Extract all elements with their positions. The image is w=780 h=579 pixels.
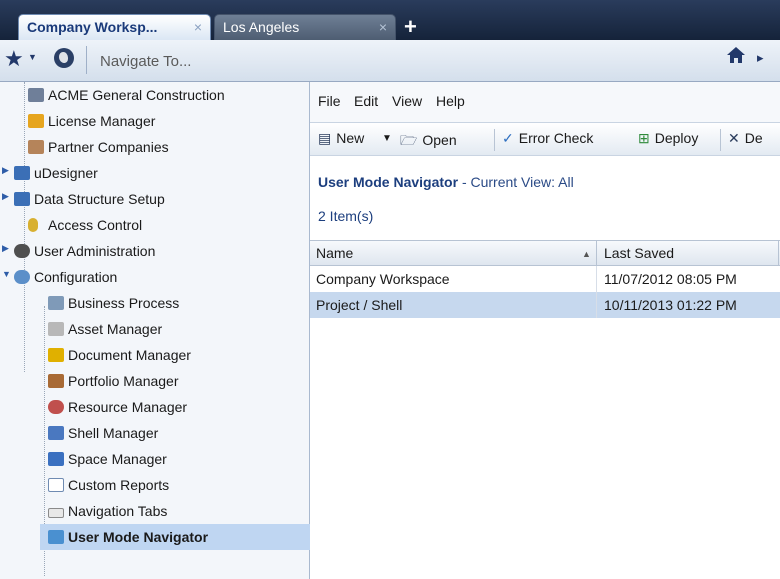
new-dropdown-icon[interactable]: ▼ bbox=[382, 133, 392, 144]
table-row[interactable]: Company Workspace 11/07/2012 08:05 PM bbox=[310, 266, 780, 292]
sidebar-item-access-control[interactable]: Access Control bbox=[28, 212, 142, 238]
asset-icon bbox=[48, 322, 64, 336]
expand-arrow-icon[interactable]: ▶ bbox=[2, 191, 9, 202]
building-icon bbox=[28, 88, 44, 102]
main-panel: File Edit View Help ▤ New ▼ 🗁 Open ✓ Error … bbox=[310, 82, 780, 579]
gears-icon bbox=[14, 270, 30, 284]
sidebar-item-data-structure-setup[interactable]: Data Structure Setup bbox=[14, 186, 165, 212]
expand-arrow-icon[interactable]: ▶ bbox=[2, 243, 9, 254]
add-tab-icon[interactable]: + bbox=[404, 16, 417, 38]
cell-last-saved: 10/11/2013 01:22 PM bbox=[604, 297, 737, 313]
sidebar-tree: ACME General Construction License Manage… bbox=[0, 82, 310, 579]
menu-bar: File Edit View Help bbox=[310, 82, 780, 122]
tab-label: Company Worksp... bbox=[27, 19, 158, 35]
navigator-icon bbox=[48, 530, 64, 544]
column-divider bbox=[596, 292, 597, 318]
users-icon bbox=[14, 244, 30, 258]
navigate-to-input[interactable] bbox=[98, 46, 662, 76]
space-icon bbox=[48, 452, 64, 466]
sidebar-item-portfolio-manager[interactable]: Portfolio Manager bbox=[48, 368, 179, 394]
cell-name: Company Workspace bbox=[316, 271, 450, 287]
menu-help[interactable]: Help bbox=[436, 93, 465, 109]
tab-label: Los Angeles bbox=[223, 19, 300, 35]
sidebar-item-user-mode-navigator[interactable]: User Mode Navigator bbox=[40, 524, 310, 550]
sidebar-item-partner-companies[interactable]: Partner Companies bbox=[28, 134, 169, 160]
tabs-icon bbox=[48, 508, 64, 518]
column-header-name[interactable]: Name bbox=[316, 245, 353, 261]
column-divider[interactable] bbox=[778, 241, 779, 265]
collapse-arrow-icon[interactable]: ▼ bbox=[2, 269, 11, 279]
delete-button[interactable]: ✕ De bbox=[728, 130, 763, 147]
error-check-button[interactable]: ✓ Error Check bbox=[502, 130, 593, 147]
deploy-icon: ⊞ bbox=[638, 130, 650, 146]
sidebar-item-asset-manager[interactable]: Asset Manager bbox=[48, 316, 162, 342]
toolbar-divider bbox=[720, 129, 721, 151]
sidebar-item-navigation-tabs[interactable]: Navigation Tabs bbox=[48, 498, 167, 524]
chevron-right-icon[interactable]: ▸ bbox=[757, 50, 764, 66]
document-icon bbox=[48, 348, 64, 362]
column-header-last-saved[interactable]: Last Saved bbox=[604, 245, 674, 261]
view-header: User Mode Navigator - Current View: All bbox=[318, 174, 574, 190]
sidebar-item-configuration[interactable]: Configuration bbox=[14, 264, 117, 290]
toolbar: ▤ New ▼ 🗁 Open ✓ Error Check ⊞ Deploy ✕ De bbox=[310, 122, 780, 156]
sidebar-item-resource-manager[interactable]: Resource Manager bbox=[48, 394, 187, 420]
column-divider[interactable] bbox=[596, 241, 597, 265]
business-process-icon bbox=[48, 296, 64, 310]
sidebar-item-document-manager[interactable]: Document Manager bbox=[48, 342, 191, 368]
license-icon bbox=[28, 114, 44, 128]
close-icon: ✕ bbox=[728, 130, 740, 146]
close-icon[interactable]: × bbox=[194, 19, 202, 35]
sidebar-item-license-manager[interactable]: License Manager bbox=[28, 108, 155, 134]
sort-ascending-icon[interactable]: ▲ bbox=[582, 249, 591, 259]
open-button[interactable]: 🗁 Open bbox=[400, 130, 457, 154]
tree-guide bbox=[24, 82, 25, 372]
expand-arrow-icon[interactable]: ▶ bbox=[2, 165, 9, 176]
menu-view[interactable]: View bbox=[392, 93, 422, 109]
sidebar-item-user-administration[interactable]: User Administration bbox=[14, 238, 155, 264]
favorites-star-icon[interactable]: ★ bbox=[4, 46, 24, 72]
sidebar-item-space-manager[interactable]: Space Manager bbox=[48, 446, 167, 472]
menu-file[interactable]: File bbox=[318, 93, 341, 109]
tab-los-angeles[interactable]: Los Angeles × bbox=[214, 14, 396, 40]
close-icon[interactable]: × bbox=[379, 19, 387, 35]
sidebar-item-udesigner[interactable]: uDesigner bbox=[14, 160, 98, 186]
sidebar-item-shell-manager[interactable]: Shell Manager bbox=[48, 420, 158, 446]
sidebar-item-custom-reports[interactable]: Custom Reports bbox=[48, 472, 169, 498]
key-icon bbox=[28, 218, 38, 232]
current-view-label: - Current View: All bbox=[461, 174, 574, 190]
tab-bar: Company Worksp... × Los Angeles × + bbox=[0, 0, 780, 40]
chevron-down-icon[interactable]: ▼ bbox=[28, 52, 37, 62]
column-divider bbox=[596, 266, 597, 292]
sidebar-item-acme-general-construction[interactable]: ACME General Construction bbox=[28, 82, 225, 108]
menu-edit[interactable]: Edit bbox=[354, 93, 378, 109]
navigation-bar: ★ ▼ ▸ bbox=[0, 40, 780, 82]
sidebar-item-business-process[interactable]: Business Process bbox=[48, 290, 179, 316]
reports-icon bbox=[48, 478, 64, 492]
briefcase-icon bbox=[48, 374, 64, 388]
cell-name: Project / Shell bbox=[316, 297, 403, 313]
cell-last-saved: 11/07/2012 08:05 PM bbox=[604, 271, 737, 287]
deploy-button[interactable]: ⊞ Deploy bbox=[638, 130, 698, 147]
new-button[interactable]: ▤ New bbox=[318, 130, 364, 147]
checkmark-icon: ✓ bbox=[502, 130, 514, 146]
resource-icon bbox=[48, 400, 64, 414]
data-structure-icon bbox=[14, 192, 30, 206]
shell-icon bbox=[48, 426, 64, 440]
table-row[interactable]: Project / Shell 10/11/2013 01:22 PM bbox=[310, 292, 780, 318]
toolbar-divider bbox=[494, 129, 495, 151]
tab-company-workspace[interactable]: Company Worksp... × bbox=[18, 14, 211, 40]
home-icon[interactable] bbox=[726, 46, 746, 70]
item-count: 2 Item(s) bbox=[318, 208, 374, 224]
divider bbox=[86, 46, 87, 74]
view-title: User Mode Navigator bbox=[318, 174, 459, 190]
partner-icon bbox=[28, 140, 44, 154]
globe-icon[interactable] bbox=[54, 48, 74, 68]
designer-icon bbox=[14, 166, 30, 180]
grid-header: Name ▲ Last Saved bbox=[310, 240, 780, 266]
folder-open-icon: 🗁 bbox=[400, 132, 418, 148]
new-document-icon: ▤ bbox=[318, 130, 332, 146]
